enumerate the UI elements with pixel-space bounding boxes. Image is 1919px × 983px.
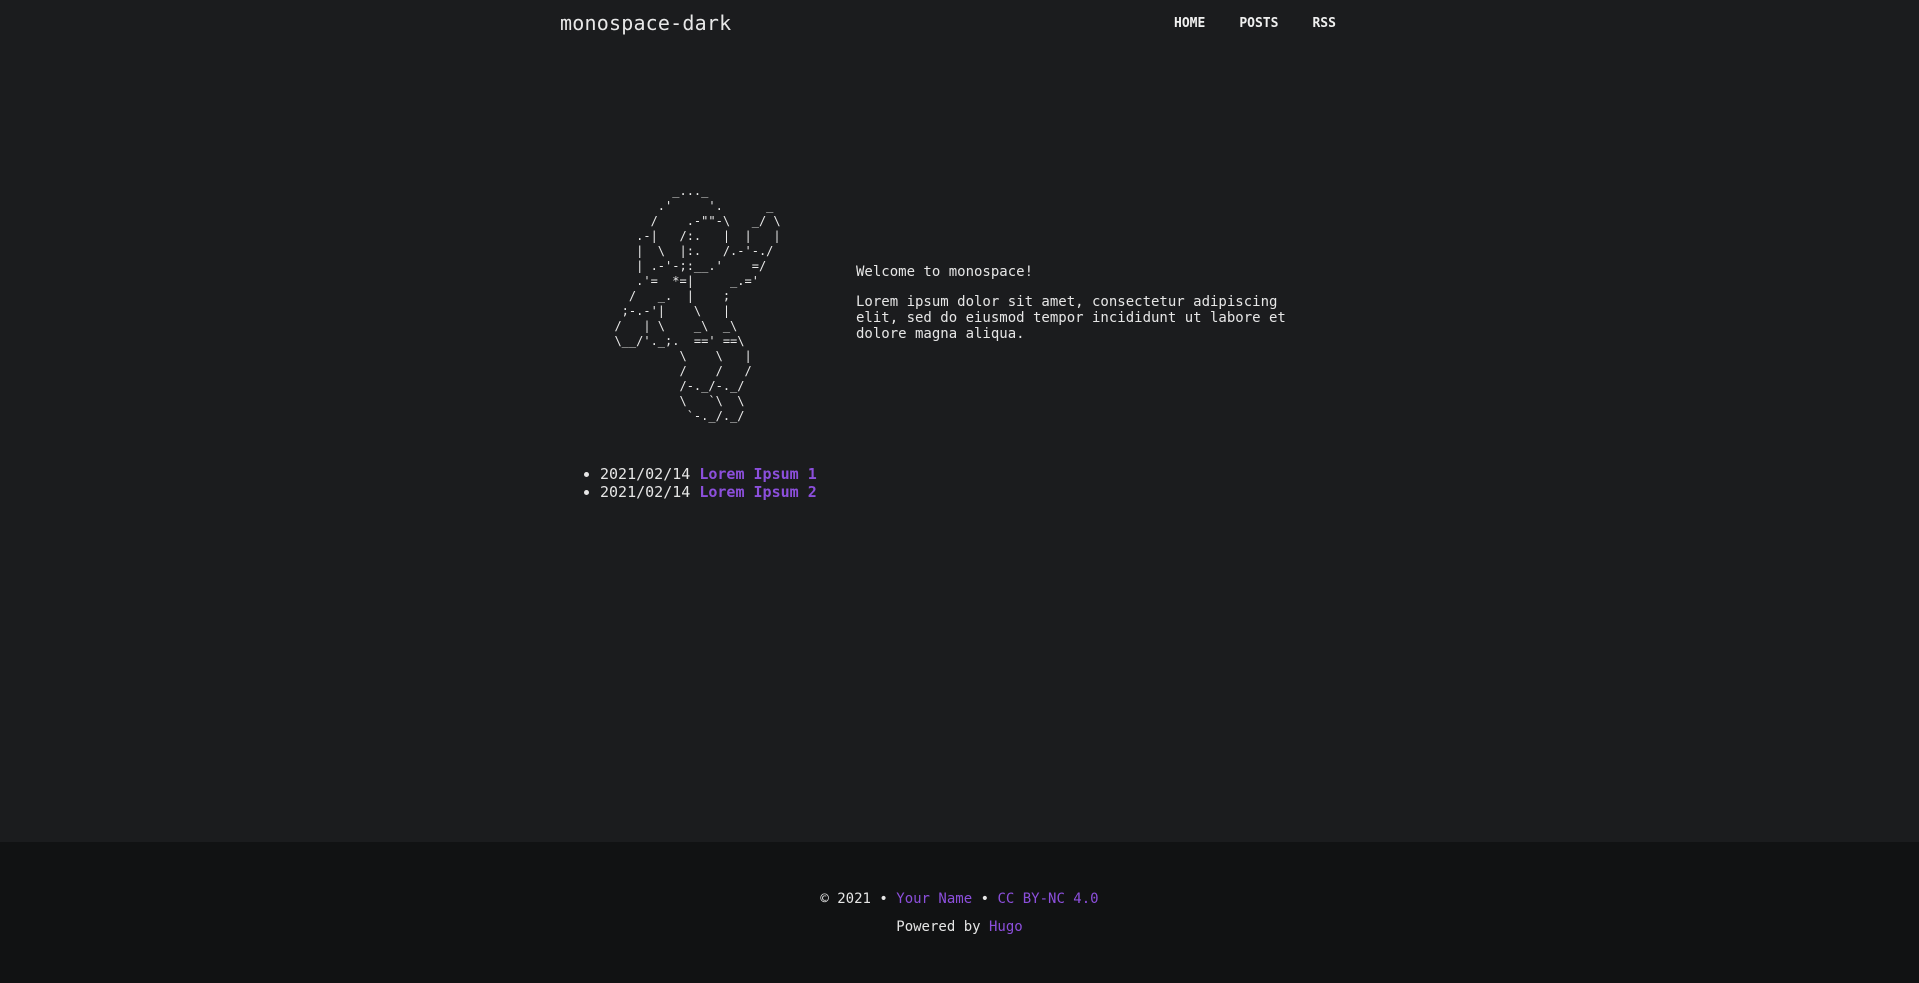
post-link[interactable]: Lorem Ipsum 2: [699, 483, 816, 501]
list-item: 2021/02/14 Lorem Ipsum 1: [600, 465, 817, 483]
welcome-heading: Welcome to monospace!: [856, 264, 1034, 280]
powered-by-text: Powered by: [896, 919, 981, 935]
footer-powered-line: Powered by Hugo: [0, 919, 1919, 935]
post-date: 2021/02/14: [600, 483, 691, 501]
footer-separator: •: [980, 891, 989, 907]
intro-paragraph: Lorem ipsum dolor sit amet, consectetur …: [856, 294, 1286, 342]
post-list: 2021/02/14 Lorem Ipsum 1 2021/02/14 Lore…: [582, 465, 817, 501]
site-title-link[interactable]: monospace-dark: [560, 11, 731, 35]
footer-copyright-line: © 2021 • Your Name • CC BY-NC 4.0: [0, 891, 1919, 907]
welcome-section: Welcome to monospace! Lorem ipsum dolor …: [856, 264, 1296, 356]
site-footer: © 2021 • Your Name • CC BY-NC 4.0 Powere…: [0, 842, 1919, 983]
nav-posts-link[interactable]: POSTS: [1239, 16, 1278, 31]
copyright-text: © 2021 •: [820, 891, 888, 907]
ascii-art-illustration: _..._ .' '. _ / .-""-\ _/ \ .-| /:. | | …: [614, 184, 781, 423]
main-nav: HOME POSTS RSS: [1174, 16, 1336, 31]
post-link[interactable]: Lorem Ipsum 1: [699, 465, 816, 483]
author-link[interactable]: Your Name: [896, 891, 972, 907]
hugo-link[interactable]: Hugo: [989, 919, 1023, 935]
nav-rss-link[interactable]: RSS: [1312, 16, 1335, 31]
site-header: monospace-dark HOME POSTS RSS: [0, 0, 1919, 50]
post-date: 2021/02/14: [600, 465, 691, 483]
license-link[interactable]: CC BY-NC 4.0: [997, 891, 1098, 907]
page: monospace-dark HOME POSTS RSS _..._ .' '…: [0, 0, 1919, 983]
list-item: 2021/02/14 Lorem Ipsum 2: [600, 483, 817, 501]
hero-ascii-art-container: _..._ .' '. _ / .-""-\ _/ \ .-| /:. | | …: [600, 184, 781, 424]
nav-home-link[interactable]: HOME: [1174, 16, 1205, 31]
